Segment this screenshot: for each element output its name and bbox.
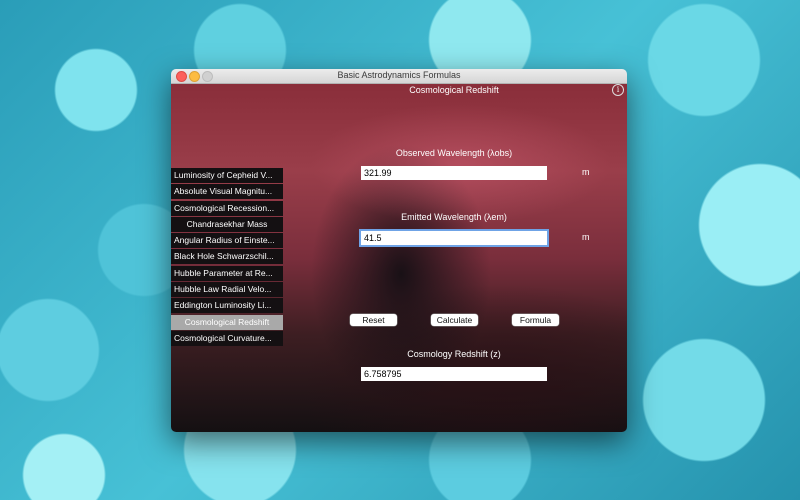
sidebar-item-cepheid-luminosity[interactable]: Luminosity of Cepheid V... [171,168,283,183]
emitted-wavelength-label: Emitted Wavelength (λem) [401,212,507,222]
emitted-wavelength-unit: m [582,232,590,242]
info-icon[interactable]: i [612,84,624,96]
emitted-wavelength-input[interactable] [361,231,547,245]
sidebar-item-hubble-law-velocity[interactable]: Hubble Law Radial Velo... [171,282,283,298]
formula-button[interactable]: Formula [512,314,559,326]
sidebar-item-chandrasekhar-mass[interactable]: Chandrasekhar Mass [171,216,283,232]
sidebar-item-eddington-luminosity[interactable]: Eddington Luminosity Li... [171,298,283,314]
calculate-button[interactable]: Calculate [431,314,478,326]
window-title: Basic Astrodynamics Formulas [337,70,461,80]
app-window: Basic Astrodynamics Formulas Cosmologica… [171,69,627,432]
sidebar-item-black-hole-schwarzschild[interactable]: Black Hole Schwarzschil... [171,249,283,265]
sidebar-item-hubble-parameter[interactable]: Hubble Parameter at Re... [171,265,283,281]
redshift-result-label: Cosmology Redshift (z) [407,349,501,359]
sidebar-item-cosmological-curvature[interactable]: Cosmological Curvature... [171,330,283,346]
main-content: Cosmological Redshift i Luminosity of Ce… [171,84,627,432]
observed-wavelength-label: Observed Wavelength (λobs) [395,148,513,158]
page-title: Cosmological Redshift [409,85,499,95]
formula-list: Luminosity of Cepheid V... Absolute Visu… [171,168,283,347]
title-bar: Basic Astrodynamics Formulas [171,69,627,84]
sidebar-item-einstein-angular-radius[interactable]: Angular Radius of Einste... [171,233,283,249]
reset-button[interactable]: Reset [350,314,397,326]
observed-wavelength-input[interactable] [361,166,547,180]
sidebar-item-cosmological-recession[interactable]: Cosmological Recession... [171,200,283,216]
redshift-result-field[interactable] [361,367,547,381]
observed-wavelength-unit: m [582,167,590,177]
sidebar-item-cosmological-redshift[interactable]: Cosmological Redshift [171,314,283,330]
sidebar-item-absolute-visual-magnitude[interactable]: Absolute Visual Magnitu... [171,184,283,200]
